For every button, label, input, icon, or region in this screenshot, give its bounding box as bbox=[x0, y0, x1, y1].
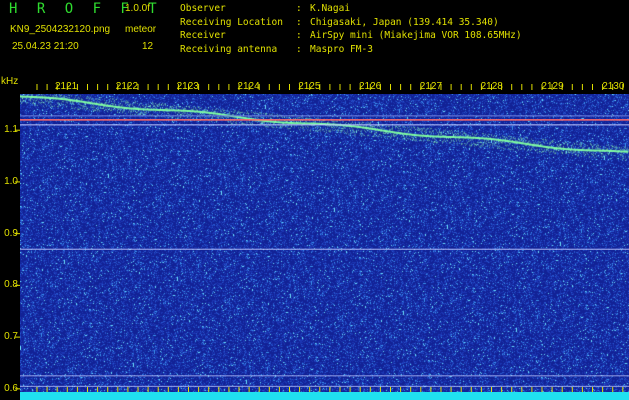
mode-label: meteor bbox=[125, 24, 157, 35]
count-label: 12 bbox=[142, 41, 154, 52]
version-label: 1.0.0f bbox=[125, 3, 151, 14]
info-row: Receiving Location: Chigasaki, Japan (139… bbox=[180, 16, 499, 28]
info-row: Receiver: AirSpy mini (Miakejima VOR 108.… bbox=[180, 30, 522, 42]
datetime-label: 25.04.23 21:20 bbox=[12, 41, 79, 52]
info-row: Observer: K.Nagai bbox=[180, 3, 351, 14]
bottom-baseline-bar bbox=[20, 392, 629, 400]
info-row: Receiving antenna: Maspro FM-3 bbox=[180, 43, 373, 55]
station-info: Observer: K.Nagai Receiving Location: Chig… bbox=[180, 2, 522, 56]
spectrogram-overlay bbox=[15, 84, 629, 394]
header-panel: H R O F F T 1.0.0f KN9_2504232120.png me… bbox=[0, 0, 629, 76]
filename-label: KN9_2504232120.png bbox=[10, 24, 111, 35]
